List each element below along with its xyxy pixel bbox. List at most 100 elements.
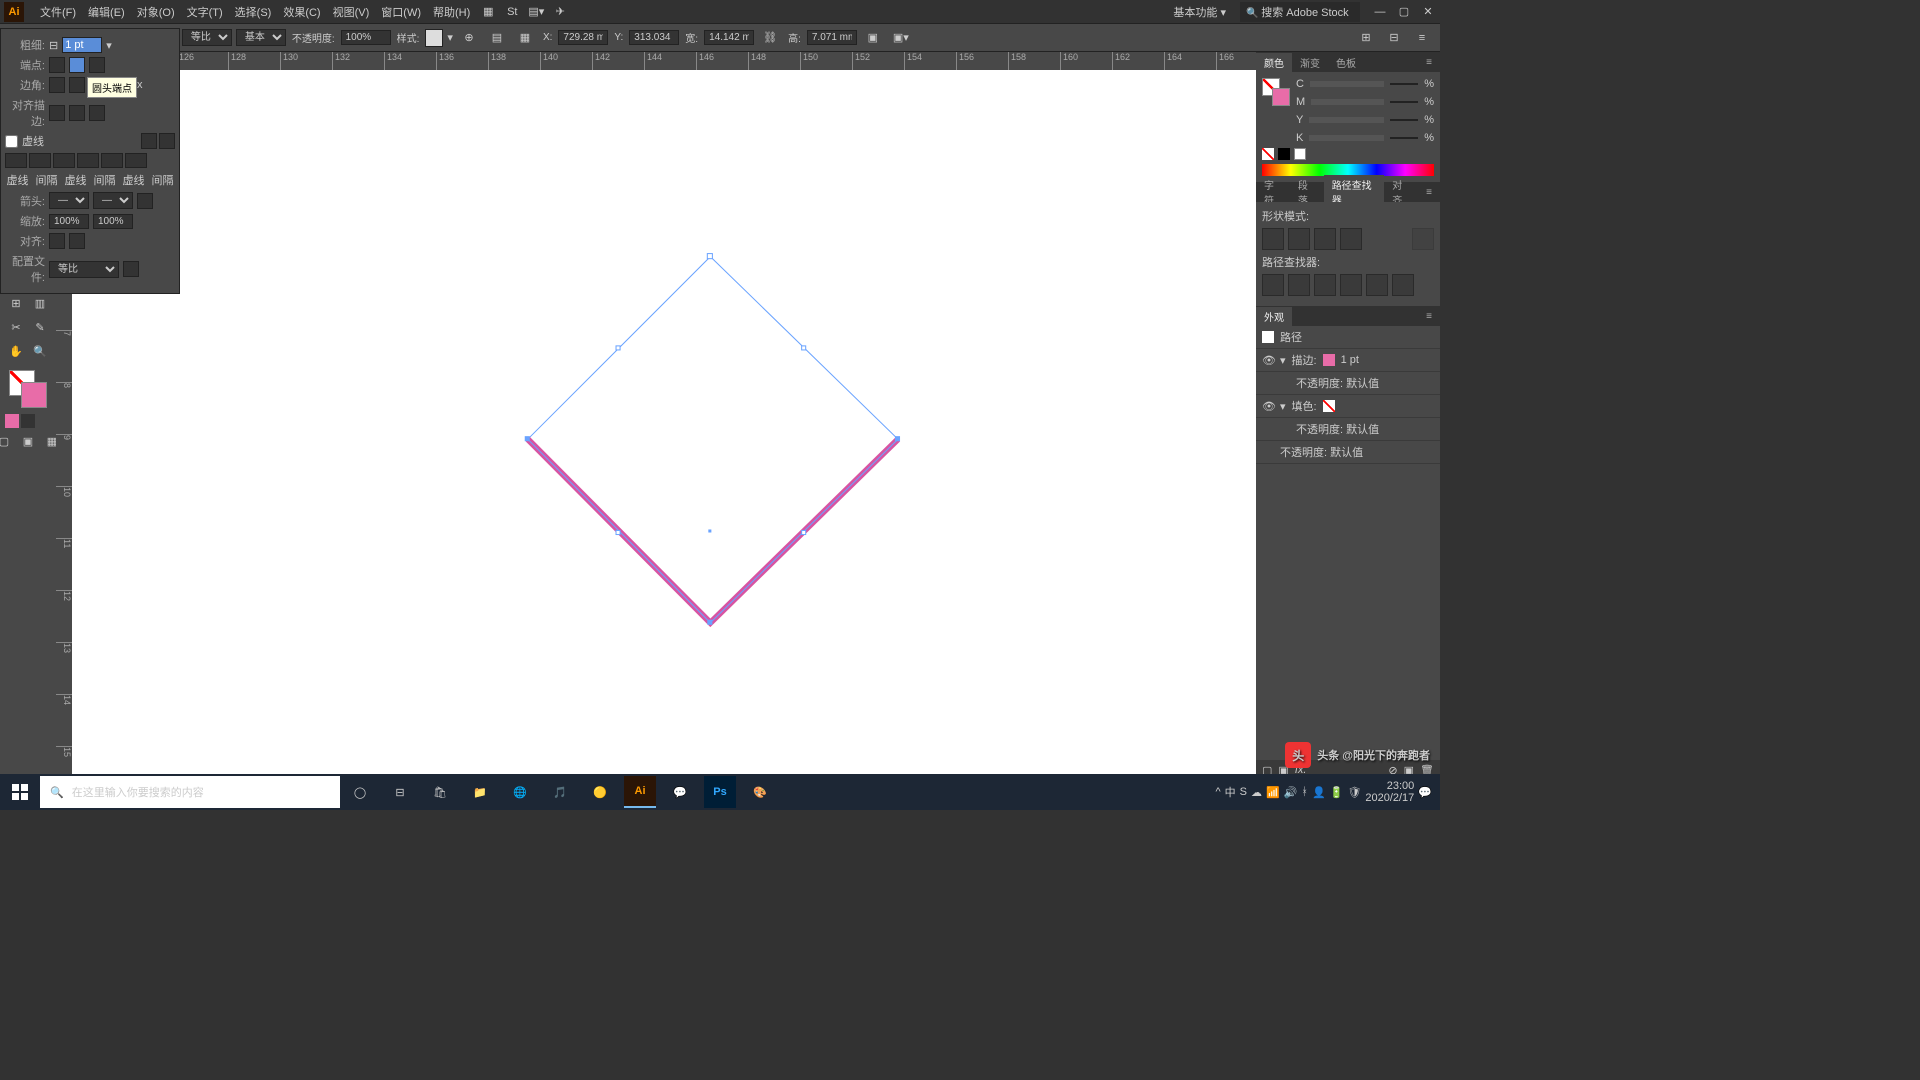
network-icon[interactable]: 📶 xyxy=(1266,786,1280,799)
profile-select[interactable]: 等比 xyxy=(182,29,232,46)
link-icon[interactable]: ⛓ xyxy=(760,28,780,48)
column-graph-tool[interactable]: ⊞ xyxy=(5,292,27,314)
panel-icon[interactable]: ⊟ xyxy=(1384,28,1404,48)
fill-color-swatch[interactable] xyxy=(1323,400,1335,412)
corner-miter-button[interactable] xyxy=(49,77,65,93)
toolbar-icon[interactable]: St xyxy=(502,2,522,22)
flip-button[interactable] xyxy=(123,261,139,277)
bar-graph-tool[interactable]: ▥ xyxy=(29,292,51,314)
crop-button[interactable] xyxy=(1340,274,1362,296)
screen-mode[interactable]: ▣ xyxy=(17,430,39,452)
adobe-stock-search[interactable]: 🔍 搜索 Adobe Stock xyxy=(1240,2,1360,22)
tray-up-icon[interactable]: ^ xyxy=(1215,786,1220,798)
stroke-value[interactable]: 1 pt xyxy=(1341,354,1359,366)
menu-窗口(W)[interactable]: 窗口(W) xyxy=(375,4,427,20)
menu-编辑(E)[interactable]: 编辑(E) xyxy=(82,4,131,20)
dash-align-button[interactable] xyxy=(141,133,157,149)
explorer-icon[interactable]: 📁 xyxy=(464,776,496,808)
outline-button[interactable] xyxy=(1366,274,1388,296)
people-icon[interactable]: 👤 xyxy=(1312,786,1326,799)
stroke-color[interactable] xyxy=(21,382,47,408)
fill-stroke-colors[interactable] xyxy=(9,370,47,408)
unite-button[interactable] xyxy=(1262,228,1284,250)
cmyk-value[interactable] xyxy=(1390,137,1418,139)
visibility-icon[interactable]: 👁 xyxy=(1262,354,1274,367)
menu-文件(F)[interactable]: 文件(F) xyxy=(34,4,82,20)
photoshop-icon[interactable]: Ps xyxy=(704,776,736,808)
exclude-button[interactable] xyxy=(1340,228,1362,250)
menu-选择(S)[interactable]: 选择(S) xyxy=(229,4,278,20)
eyedropper-tool[interactable]: ✎ xyxy=(29,316,51,338)
maximize-button[interactable]: ▢ xyxy=(1392,4,1416,20)
hand-tool[interactable]: ✋ xyxy=(5,340,27,362)
opacity-row[interactable]: 不透明度: 默认值 xyxy=(1296,421,1379,437)
stroke-weight-input[interactable] xyxy=(62,37,102,53)
trim-button[interactable] xyxy=(1288,274,1310,296)
shape-icon[interactable]: ▣▾ xyxy=(891,28,911,48)
volume-icon[interactable]: 🔊 xyxy=(1284,786,1298,799)
bluetooth-icon[interactable]: ᚼ xyxy=(1301,786,1308,798)
diamond-shape[interactable] xyxy=(525,254,900,625)
w-input[interactable] xyxy=(704,30,754,45)
swap-arrows-button[interactable] xyxy=(137,193,153,209)
panel-stroke-swatch[interactable] xyxy=(1272,88,1290,106)
browser-icon[interactable]: 🌐 xyxy=(504,776,536,808)
arrange-icon[interactable]: ▤▾ xyxy=(526,2,546,22)
store-icon[interactable]: 🛍 xyxy=(424,776,456,808)
brush-select[interactable]: 基本 xyxy=(236,29,286,46)
cmyk-slider[interactable] xyxy=(1310,81,1384,87)
align-icon[interactable]: ▤ xyxy=(487,28,507,48)
style-swatch[interactable] xyxy=(425,29,443,47)
paint-icon[interactable]: 🎨 xyxy=(744,776,776,808)
dash-align-button[interactable] xyxy=(159,133,175,149)
stroke-profile-select[interactable]: 等比 xyxy=(49,261,119,278)
workspace-selector[interactable]: 基本功能 ▾ xyxy=(1165,2,1234,22)
taskbar-search[interactable]: 🔍在这里输入你要搜索的内容 xyxy=(40,776,340,808)
arrow-end-select[interactable]: — xyxy=(93,192,133,209)
merge-button[interactable] xyxy=(1314,274,1336,296)
h-input[interactable] xyxy=(807,30,857,45)
white-swatch[interactable] xyxy=(1294,148,1306,160)
dashed-checkbox[interactable] xyxy=(5,135,18,148)
transform-icon[interactable]: ▦ xyxy=(515,28,535,48)
cmyk-value[interactable] xyxy=(1390,119,1418,121)
intersect-button[interactable] xyxy=(1314,228,1336,250)
cmyk-slider[interactable] xyxy=(1311,99,1384,105)
minimize-button[interactable]: — xyxy=(1368,4,1392,20)
music-icon[interactable]: 🎵 xyxy=(544,776,576,808)
color-tab[interactable]: 颜色 xyxy=(1256,53,1292,72)
app-icon[interactable]: 🟡 xyxy=(584,776,616,808)
align-outside-button[interactable] xyxy=(89,105,105,121)
none-mode[interactable] xyxy=(37,414,51,428)
recolor-icon[interactable]: ⊕ xyxy=(459,28,479,48)
cmyk-slider[interactable] xyxy=(1309,135,1384,141)
corner-round-button[interactable] xyxy=(69,77,85,93)
visibility-icon[interactable]: 👁 xyxy=(1262,400,1274,413)
cap-butt-button[interactable] xyxy=(49,57,65,73)
arrow-align-button[interactable] xyxy=(69,233,85,249)
task-view-icon[interactable]: ⊟ xyxy=(384,776,416,808)
slice-tool[interactable]: ✂ xyxy=(5,316,27,338)
canvas[interactable] xyxy=(72,70,1440,780)
wechat-icon[interactable]: 💬 xyxy=(664,776,696,808)
appearance-tab[interactable]: 外观 xyxy=(1256,307,1292,326)
start-button[interactable] xyxy=(0,774,40,810)
arrow-start-select[interactable]: — xyxy=(49,192,89,209)
swatches-tab[interactable]: 色板 xyxy=(1328,53,1364,72)
battery-icon[interactable]: 🔋 xyxy=(1330,786,1344,799)
zoom-tool[interactable]: 🔍 xyxy=(29,340,51,362)
ime-icon[interactable]: 中 xyxy=(1225,784,1236,800)
cmyk-value[interactable] xyxy=(1390,101,1418,103)
none-swatch[interactable] xyxy=(1262,148,1274,160)
menu-视图(V)[interactable]: 视图(V) xyxy=(327,4,376,20)
expand-icon[interactable]: ▾ xyxy=(1280,400,1286,413)
cmyk-value[interactable] xyxy=(1390,83,1418,85)
toolbar-icon[interactable]: ▦ xyxy=(478,2,498,22)
opacity-row[interactable]: 不透明度: 默认值 xyxy=(1296,375,1379,391)
minus-front-button[interactable] xyxy=(1288,228,1310,250)
illustrator-taskbar-icon[interactable]: Ai xyxy=(624,776,656,808)
x-input[interactable] xyxy=(558,30,608,45)
panel-menu-icon[interactable]: ≡ xyxy=(1418,55,1440,70)
y-input[interactable] xyxy=(629,30,679,45)
black-swatch[interactable] xyxy=(1278,148,1290,160)
